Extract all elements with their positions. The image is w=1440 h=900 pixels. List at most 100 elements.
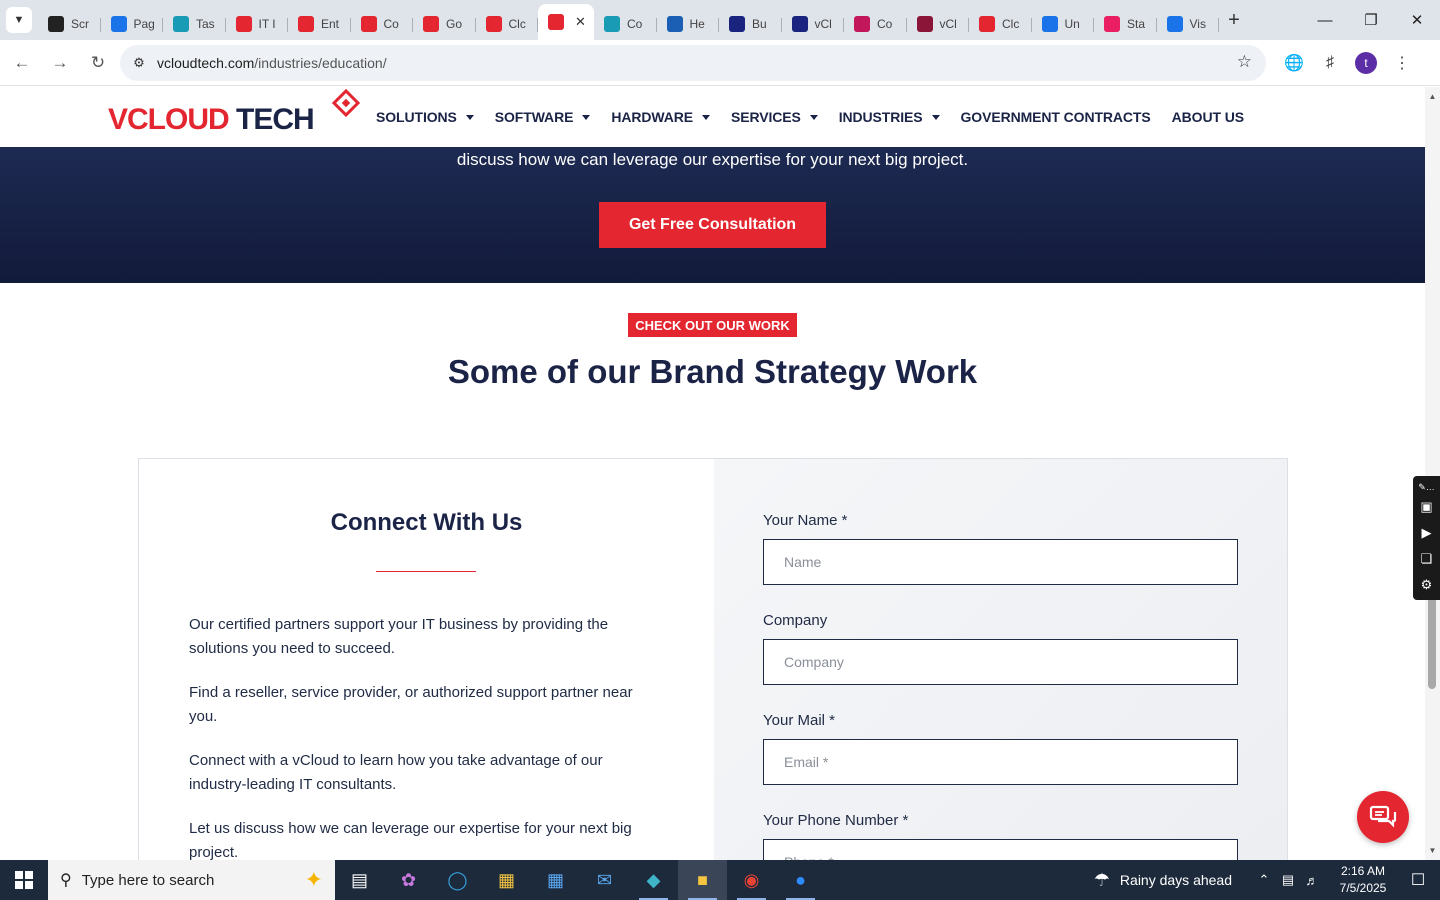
nav-item-label: SERVICES [730,109,801,125]
nav-item-services[interactable]: SERVICES [731,109,818,125]
volume-icon[interactable]: ♬ [1300,873,1324,888]
site-info-icon[interactable]: ⚙ [124,55,154,71]
system-tray: ☂ Rainy days ahead ⌃ ▤ ♬ 2:16 AM 7/5/202… [1094,860,1440,900]
browser-tab[interactable]: Sta [1094,8,1157,40]
camera-icon[interactable]: ▣ [1420,494,1432,520]
browser-tab[interactable]: He [657,8,720,40]
zoom-icon[interactable]: ● [776,860,825,900]
forward-button[interactable]: → [42,45,78,81]
tab-title: Clc [508,17,526,31]
chat-button[interactable] [1357,791,1409,843]
browser-tab[interactable]: Bu [719,8,782,40]
chevron-up-icon[interactable]: ⌃ [1252,872,1276,888]
app-diamond-icon[interactable]: ◆ [629,860,678,900]
minimize-button[interactable]: — [1302,0,1348,40]
browser-tab[interactable]: Co [844,8,907,40]
tab-favicon-icon [916,16,933,32]
chevron-down-icon: ▼ [13,14,25,26]
close-window-button[interactable]: ✕ [1394,0,1440,40]
banner-text: discuss how we can leverage our expertis… [456,150,969,169]
browser-tab[interactable]: Go [413,8,476,40]
scroll-up-arrow[interactable]: ▲ [1425,89,1440,104]
browser-tab[interactable]: vCl [907,8,970,40]
avatar: t [1355,52,1377,74]
connect-paragraph: Find a reseller, service provider, or au… [189,684,633,725]
reload-icon: ↻ [90,52,106,72]
browser-tab[interactable]: Co [594,8,657,40]
nav-item-hardware[interactable]: HARDWARE [611,109,710,125]
nav-item-software[interactable]: SOFTWARE [495,109,591,125]
notifications-icon[interactable]: ☐ [1396,870,1440,890]
nav-item-industries[interactable]: INDUSTRIES [839,109,940,125]
tab-title: Clc [1002,17,1020,31]
chrome-icon[interactable]: ◉ [727,860,776,900]
profile-button[interactable]: t [1348,45,1384,81]
translate-icon[interactable]: 🌐 [1276,45,1312,81]
network-icon[interactable]: ▤ [1276,872,1300,888]
nav-item-label: SOLUTIONS [376,109,457,125]
extensions-icon[interactable]: ♯ [1312,45,1348,81]
company-field[interactable] [763,639,1238,685]
menu-kebab-icon[interactable]: ⋮ [1384,45,1420,81]
scroll-down-arrow[interactable]: ▼ [1425,843,1440,858]
new-tab-button[interactable]: + [1219,9,1249,32]
browser-tab[interactable]: Clc [969,8,1032,40]
page-scrollbar[interactable]: ▲ ▼ [1425,87,1440,860]
browser-tab[interactable]: Clc [476,8,539,40]
mail-icon[interactable]: ✉ [580,860,629,900]
back-button[interactable]: ← [4,45,40,81]
address-bar[interactable]: ⚙ vcloudtech.com/industries/education/ ☆ [120,45,1266,81]
clock[interactable]: 2:16 AM 7/5/2025 [1330,863,1396,897]
browser-tab[interactable]: Scr [38,8,101,40]
email-field[interactable] [763,739,1238,785]
nav-item-government-contracts[interactable]: GOVERNMENT CONTRACTS [961,109,1151,125]
connect-paragraph: Connect with a vCloud to learn how you t… [189,752,603,793]
name-label: Your Name * [763,512,848,529]
copilot-icon[interactable]: ✿ [384,860,433,900]
weather-widget[interactable]: ☂ Rainy days ahead [1094,870,1232,891]
browser-tab[interactable]: Pag [101,8,164,40]
toolbar-menu-icon[interactable]: ✎… [1418,480,1435,494]
edge-icon[interactable]: ◯ [433,860,482,900]
video-camera-icon[interactable]: ▶ [1422,520,1432,546]
tab-favicon-icon [854,16,870,32]
nav-item-label: SOFTWARE [494,109,574,125]
tab-title: Pag [133,17,155,31]
tab-favicon-icon [173,16,189,32]
file-explorer-icon[interactable]: ▦ [482,860,531,900]
nav-item-solutions[interactable]: SOLUTIONS [376,109,474,125]
browser-tab[interactable]: Un [1032,8,1095,40]
tab-title: Un [1064,17,1080,31]
site-logo[interactable]: VCLOUD TECH [108,88,361,139]
phone-label: Your Phone Number * [763,812,909,829]
url-text: vcloudtech.com/industries/education/ [157,55,387,71]
browser-tab[interactable]: vCl [782,8,845,40]
name-field[interactable] [763,539,1238,585]
browser-tab[interactable]: Ent [288,8,351,40]
browser-tab[interactable]: Vis [1157,8,1220,40]
phone-field[interactable] [763,839,1238,860]
restore-button[interactable]: ❐ [1348,0,1394,40]
window-capture-icon[interactable]: ❏ [1421,546,1433,572]
nav-item-about-us[interactable]: ABOUT US [1172,109,1244,125]
bookmark-star-icon[interactable]: ☆ [1237,52,1252,72]
screen-capture-toolbar: ✎… ▣ ▶ ❏ ⚙ [1413,476,1440,600]
browser-tab[interactable]: Tas [163,8,226,40]
arrow-left-icon: ← [13,52,31,72]
reload-button[interactable]: ↻ [80,45,116,81]
tab-search-button[interactable]: ▼ [6,7,32,33]
start-button[interactable] [0,860,48,900]
close-tab-icon[interactable]: ✕ [575,14,586,30]
browser-tab-active[interactable]: ✕ [538,4,594,40]
browser-tab[interactable]: Co [351,8,414,40]
section-title: Some of our Brand Strategy Work [447,353,978,390]
tab-favicon-icon [979,16,995,32]
taskbar-search[interactable]: ⚲ Type here to search ✦ [48,860,335,900]
sticky-notes-icon[interactable]: ■ [678,860,727,900]
umbrella-icon: ☂ [1093,869,1110,890]
microsoft-store-icon[interactable]: ▦ [531,860,580,900]
browser-tab[interactable]: IT I [226,8,289,40]
get-free-consultation-button[interactable]: Get Free Consultation [599,202,826,248]
task-view-icon[interactable]: ▤ [335,860,384,900]
settings-gear-icon[interactable]: ⚙ [1421,572,1433,598]
